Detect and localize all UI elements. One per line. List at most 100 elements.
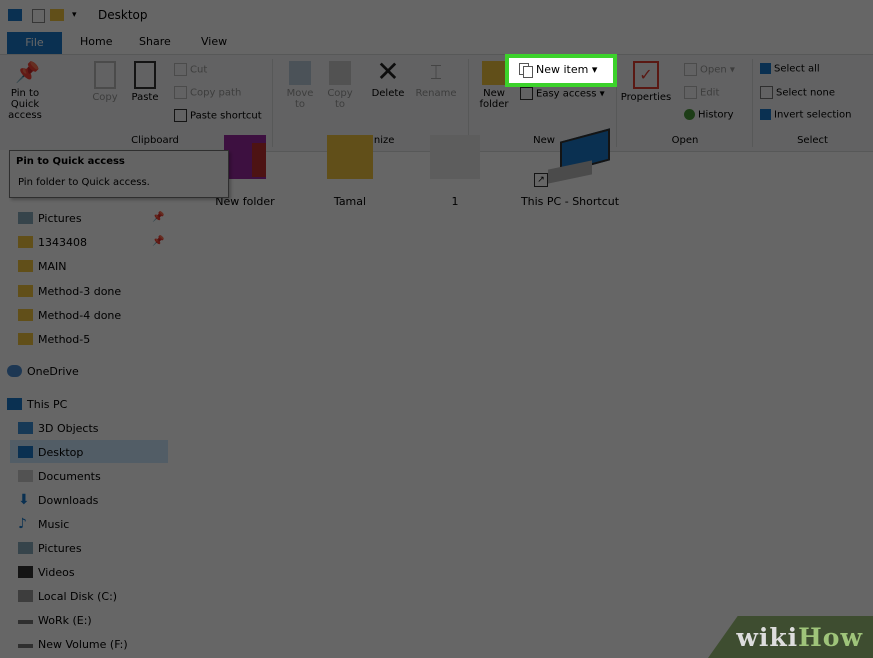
invert-selection-icon	[760, 109, 771, 120]
nav-item-pictures-quick[interactable]: Pictures	[18, 212, 82, 225]
tab-view[interactable]: View	[201, 35, 227, 48]
new-folder-icon	[482, 61, 506, 85]
tooltip-description: Pin folder to Quick access.	[18, 177, 150, 188]
select-all-button[interactable]: Select all	[760, 63, 820, 75]
paste-shortcut-icon	[174, 109, 187, 122]
move-to-button[interactable]: Move to	[282, 59, 318, 110]
drive-icon	[18, 620, 33, 624]
new-item-button[interactable]: New item ▾	[505, 54, 617, 87]
new-folder-quick-icon[interactable]	[50, 9, 64, 21]
window-title: Desktop	[98, 8, 148, 22]
copy-path-icon	[174, 86, 187, 99]
new-item-icon	[519, 63, 533, 78]
tab-share[interactable]: Share	[139, 35, 171, 48]
group-label-open: Open	[671, 135, 699, 146]
nav-item-this-pc[interactable]: This PC	[7, 398, 67, 411]
rename-icon: ⌶	[430, 60, 442, 84]
customize-quick-access-icon[interactable]: ▾	[72, 9, 82, 21]
nav-item-documents[interactable]: Documents	[18, 470, 101, 483]
ribbon-separator	[468, 59, 469, 147]
copy-button[interactable]: Copy	[90, 59, 120, 103]
file-item-this-pc-shortcut[interactable]: ↗ This PC - Shortcut	[520, 128, 620, 208]
invert-selection-button[interactable]: Invert selection	[760, 109, 852, 121]
copy-icon	[94, 61, 116, 89]
select-none-button[interactable]: Select none	[760, 86, 835, 99]
3d-objects-icon	[18, 422, 33, 434]
nav-item-local-disk-c[interactable]: Local Disk (C:)	[18, 590, 117, 603]
videos-icon	[18, 566, 33, 578]
copy-path-button[interactable]: Copy path	[174, 86, 241, 99]
pin-icon[interactable]: 📌	[152, 236, 164, 247]
cut-button[interactable]: Cut	[174, 63, 207, 76]
nav-item-onedrive[interactable]: OneDrive	[7, 365, 79, 378]
explorer-icon	[8, 9, 22, 21]
tab-home[interactable]: Home	[80, 35, 112, 48]
drive-icon	[18, 644, 33, 648]
history-icon	[684, 109, 695, 120]
scissors-icon	[174, 63, 187, 76]
documents-icon	[18, 470, 33, 482]
download-arrow-icon: ⬇	[18, 492, 30, 508]
computer-shortcut-icon: ↗	[530, 128, 610, 189]
properties-button[interactable]: ✓ Properties	[620, 59, 672, 103]
open-button[interactable]: Open ▾	[684, 63, 735, 76]
ribbon-separator	[272, 59, 273, 147]
tab-file[interactable]: File	[7, 32, 62, 54]
paste-button[interactable]: Paste	[128, 59, 162, 103]
ribbon-separator	[752, 59, 753, 147]
pictures-icon	[18, 212, 33, 224]
open-icon	[684, 63, 697, 76]
nav-item-1343408[interactable]: 1343408	[18, 236, 87, 249]
nav-item-music[interactable]: ♪ Music	[18, 517, 69, 531]
shortcut-arrow-icon: ↗	[534, 173, 548, 187]
folder-icon	[18, 236, 33, 248]
file-icon	[430, 135, 480, 179]
folder-icon	[18, 309, 33, 321]
properties-quick-icon[interactable]	[32, 9, 45, 23]
nav-item-method-3-done[interactable]: Method-3 done	[18, 285, 121, 298]
nav-item-downloads[interactable]: ⬇ Downloads	[18, 493, 98, 507]
nav-item-videos[interactable]: Videos	[18, 566, 75, 579]
title-bar: ▾ Desktop	[0, 0, 873, 30]
easy-access-button[interactable]: Easy access ▾	[520, 87, 605, 100]
nav-item-desktop[interactable]: Desktop	[18, 446, 83, 459]
clipboard-icon	[134, 61, 156, 89]
cloud-icon	[7, 365, 22, 377]
file-item-1[interactable]: 1	[410, 135, 500, 208]
nav-item-work-e[interactable]: WoRk (E:)	[18, 614, 92, 627]
nav-item-main[interactable]: MAIN	[18, 260, 67, 273]
edit-button[interactable]: Edit	[684, 86, 719, 99]
copy-to-button[interactable]: Copy to	[322, 59, 358, 110]
edit-icon	[684, 86, 697, 99]
selected-row-highlight	[10, 440, 168, 463]
folder-icon	[224, 135, 266, 179]
delete-button[interactable]: ✕ Delete	[370, 55, 406, 100]
tooltip: Pin to Quick access Pin folder to Quick …	[9, 150, 229, 198]
nav-item-method-4-done[interactable]: Method-4 done	[18, 309, 121, 322]
delete-x-icon: ✕	[376, 55, 400, 88]
music-note-icon: ♪	[18, 516, 27, 532]
computer-icon	[7, 398, 22, 410]
navigation-pane: Pictures 📌 1343408 📌 MAIN Method-3 done …	[0, 150, 170, 658]
move-to-icon	[289, 61, 311, 85]
nav-item-pictures[interactable]: Pictures	[18, 542, 82, 555]
pin-icon: 📌	[15, 60, 40, 84]
properties-check-icon: ✓	[633, 61, 659, 89]
rename-button[interactable]: ⌶ Rename	[414, 59, 458, 99]
folder-icon	[327, 135, 373, 179]
ribbon-tabs: File Home Share View	[0, 30, 873, 54]
easy-access-icon	[520, 87, 533, 100]
history-button[interactable]: History	[684, 109, 734, 121]
nav-item-method-5[interactable]: Method-5	[18, 333, 90, 346]
paste-shortcut-button[interactable]: Paste shortcut	[174, 109, 262, 122]
select-all-icon	[760, 63, 771, 74]
wikihow-watermark: wikiHow	[693, 612, 873, 658]
pin-icon[interactable]: 📌	[152, 212, 164, 223]
group-label-select: Select	[797, 135, 828, 146]
pin-to-quick-access-button[interactable]: 📌 Pin to Quick access	[1, 59, 49, 121]
folder-icon	[18, 260, 33, 272]
folder-icon	[18, 333, 33, 345]
file-item-tamal[interactable]: Tamal	[305, 135, 395, 208]
nav-item-3d-objects[interactable]: 3D Objects	[18, 422, 99, 435]
nav-item-new-volume-f[interactable]: New Volume (F:)	[18, 638, 128, 651]
